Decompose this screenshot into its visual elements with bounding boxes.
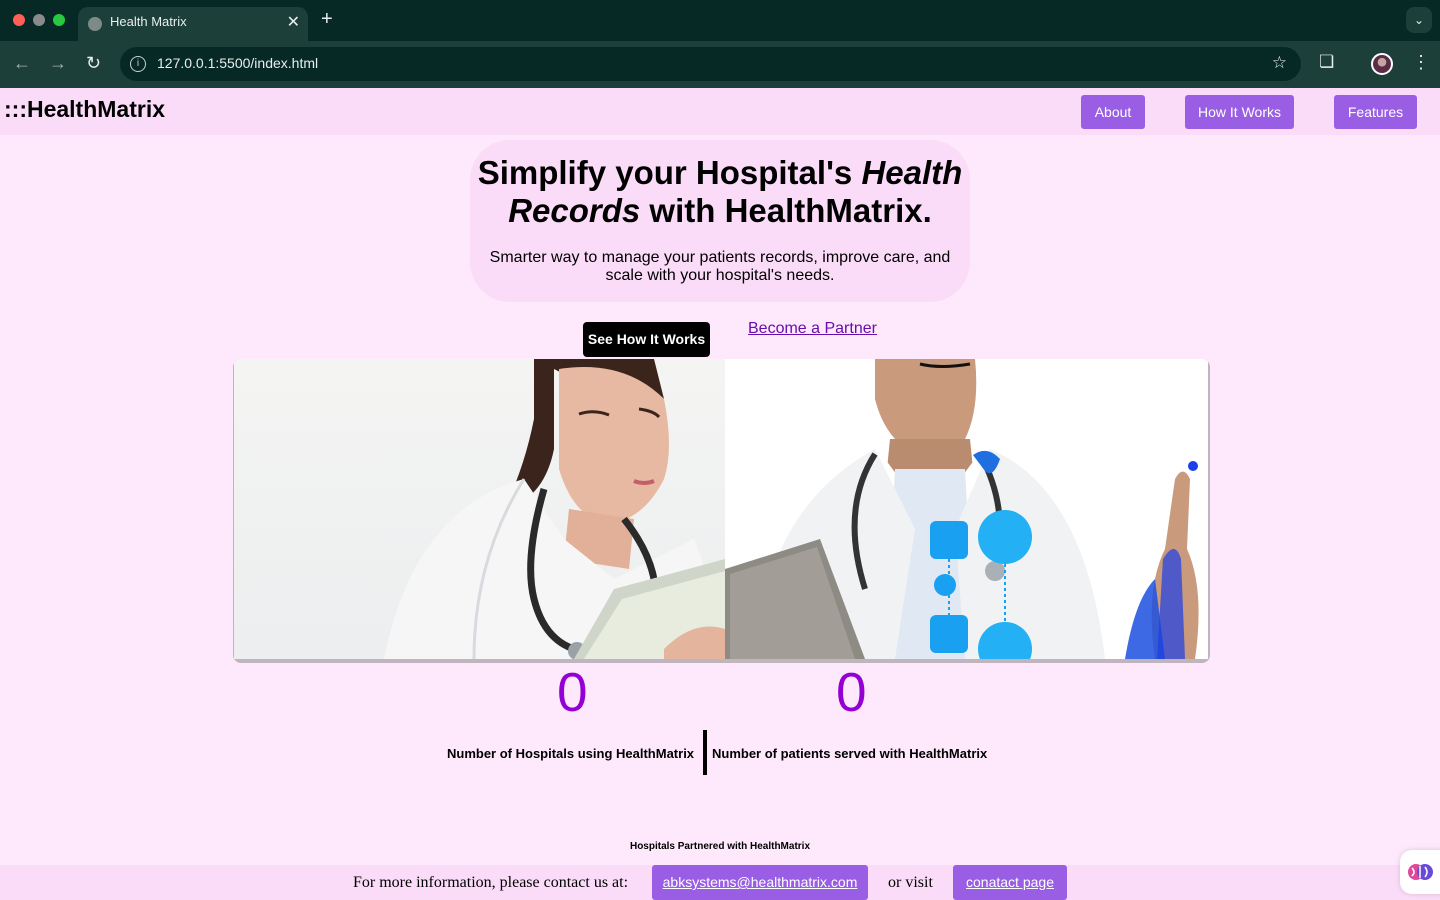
browser-tab[interactable]: Health Matrix ✕ [78, 7, 308, 41]
extensions-puzzle-icon[interactable]: ❏ [1319, 52, 1334, 72]
close-window-button[interactable] [13, 14, 25, 26]
see-how-it-works-button[interactable]: See How It Works [583, 322, 710, 357]
footer-or-visit-text: or visit [888, 874, 933, 891]
minimize-window-button[interactable] [33, 14, 45, 26]
address-bar[interactable]: i 127.0.0.1:5500/index.html ☆ [120, 47, 1301, 81]
back-arrow-icon[interactable]: ← [13, 53, 31, 74]
partners-heading: Hospitals Partnered with HealthMatrix [629, 841, 811, 852]
male-doctor-image [725, 359, 1208, 659]
hospitals-count-label: Number of Hospitals using HealthMatrix [447, 746, 695, 761]
browser-menu-kebab-icon[interactable]: ⋮ [1412, 52, 1430, 73]
hero-subtitle: Smarter way to manage your patients reco… [489, 249, 951, 284]
footer-contact-page-link[interactable]: conatact page [953, 865, 1067, 900]
footer-email-link[interactable]: abksystems@healthmatrix.com [652, 865, 868, 900]
browser-toolbar: ← → ↻ i 127.0.0.1:5500/index.html ☆ ❏ ⋮ [0, 41, 1440, 88]
globe-icon [88, 17, 102, 31]
hero-card: Simplify your Hospital's Health Records … [470, 140, 970, 302]
site-info-icon[interactable]: i [130, 56, 146, 72]
site-logo[interactable]: :::HealthMatrix [4, 96, 165, 123]
browser-tab-bar: Health Matrix ✕ + ⌄ [0, 0, 1440, 41]
stats-divider [703, 730, 707, 775]
become-partner-link[interactable]: Become a Partner [748, 320, 877, 338]
profile-avatar[interactable] [1371, 53, 1393, 75]
new-tab-button[interactable]: + [321, 8, 333, 31]
hospitals-count: 0 [557, 661, 588, 723]
hero-images-frame [233, 359, 1210, 663]
footer-lead-text: For more information, please contact us … [353, 874, 629, 891]
reload-icon[interactable]: ↻ [86, 53, 101, 74]
female-doctor-image [234, 359, 725, 659]
nav-features-button[interactable]: Features [1334, 95, 1417, 129]
nav-how-it-works-button[interactable]: How It Works [1185, 95, 1294, 129]
maximize-window-button[interactable] [53, 14, 65, 26]
hero-title: Simplify your Hospital's Health Records … [477, 154, 963, 229]
tab-title: Health Matrix [110, 14, 187, 29]
site-header: :::HealthMatrix About How It Works Featu… [0, 88, 1440, 135]
tab-search-chevron-icon[interactable]: ⌄ [1406, 7, 1432, 33]
bookmark-star-icon[interactable]: ☆ [1272, 53, 1287, 73]
forward-arrow-icon[interactable]: → [49, 53, 67, 74]
assistant-brain-icon[interactable] [1400, 850, 1440, 894]
patients-count-label: Number of patients served with HealthMat… [712, 746, 988, 761]
patients-count: 0 [836, 661, 867, 723]
contact-footer: For more information, please contact us … [0, 865, 1440, 900]
nav-about-button[interactable]: About [1081, 95, 1145, 129]
close-tab-icon[interactable]: ✕ [287, 12, 300, 32]
url-text[interactable]: 127.0.0.1:5500/index.html [157, 55, 318, 71]
